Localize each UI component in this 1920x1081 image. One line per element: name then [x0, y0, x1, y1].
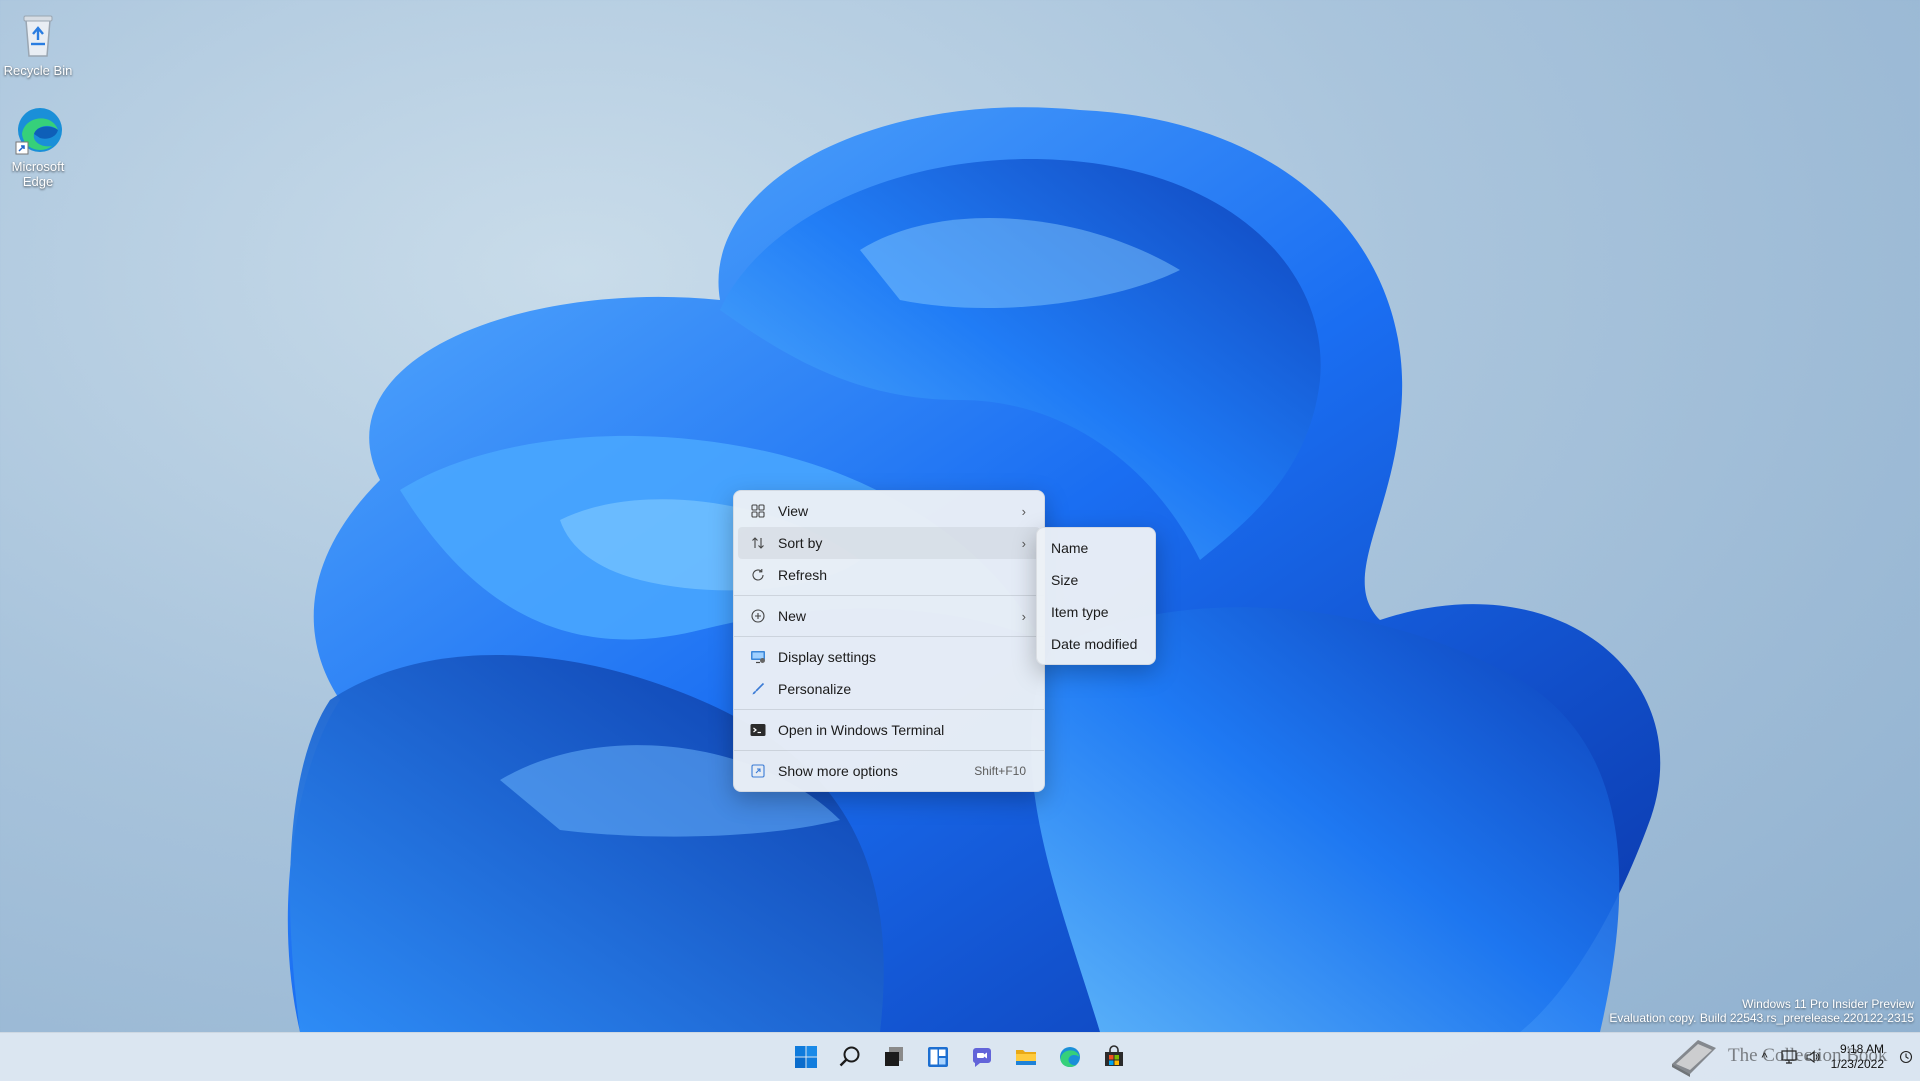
evaluation-watermark: Windows 11 Pro Insider Preview Evaluatio…: [1609, 997, 1914, 1025]
clock[interactable]: 9:18 AM 1/23/2022: [1825, 1042, 1892, 1072]
sort-option-date-modified[interactable]: Date modified: [1041, 628, 1151, 660]
notification-icon[interactable]: [1892, 1033, 1920, 1081]
menu-item-display-settings[interactable]: Display settings: [738, 641, 1040, 673]
menu-item-label: Show more options: [778, 763, 898, 779]
volume-icon[interactable]: [1801, 1033, 1825, 1081]
widgets-button[interactable]: [918, 1037, 958, 1077]
menu-item-label: View: [778, 503, 809, 519]
search-button[interactable]: [830, 1037, 870, 1077]
sort-option-item-type[interactable]: Item type: [1041, 596, 1151, 628]
menu-item-refresh[interactable]: Refresh: [738, 559, 1040, 591]
store-button[interactable]: [1094, 1037, 1134, 1077]
desktop-icon-microsoft-edge[interactable]: Microsoft Edge: [0, 104, 76, 189]
menu-item-open-terminal[interactable]: Open in Windows Terminal: [738, 714, 1040, 746]
menu-separator: [734, 595, 1044, 596]
menu-separator: [734, 636, 1044, 637]
sort-option-size[interactable]: Size: [1041, 564, 1151, 596]
sort-option-name[interactable]: Name: [1041, 532, 1151, 564]
menu-separator: [734, 750, 1044, 751]
file-explorer-button[interactable]: [1006, 1037, 1046, 1077]
chevron-right-icon: ›: [1021, 503, 1026, 519]
menu-item-sort-by[interactable]: Sort by ›: [738, 527, 1040, 559]
desktop-icon-label: Microsoft Edge: [11, 159, 65, 189]
recycle-bin-icon: [12, 8, 64, 60]
watermark-line-1: Windows 11 Pro Insider Preview: [1742, 997, 1914, 1011]
chevron-right-icon: ›: [1021, 608, 1026, 624]
clock-date: 1/23/2022: [1830, 1057, 1884, 1071]
brush-icon: [750, 681, 766, 697]
edge-icon: [12, 104, 64, 156]
clock-time: 9:18 AM: [1839, 1042, 1884, 1056]
chat-button[interactable]: [962, 1037, 1002, 1077]
windows-logo-icon: [795, 1046, 817, 1068]
chat-icon: [972, 1048, 991, 1067]
terminal-icon: [750, 722, 766, 738]
folder-icon: [1016, 1050, 1036, 1065]
edge-icon: [1060, 1047, 1080, 1067]
tray-overflow-chevron[interactable]: ^: [1753, 1033, 1777, 1081]
refresh-icon: [750, 567, 766, 583]
widgets-icon: [928, 1047, 948, 1067]
task-view-button[interactable]: [874, 1037, 914, 1077]
menu-item-label: Display settings: [778, 649, 877, 665]
menu-item-label: New: [778, 608, 807, 624]
store-icon: [1105, 1045, 1123, 1066]
menu-item-label: Refresh: [778, 567, 828, 583]
menu-item-new[interactable]: New ›: [738, 600, 1040, 632]
sort-by-submenu: Name Size Item type Date modified: [1036, 527, 1156, 665]
network-icon[interactable]: [1777, 1033, 1801, 1081]
menu-item-show-more-options[interactable]: Show more options Shift+F10: [738, 755, 1040, 787]
menu-item-view[interactable]: View ›: [738, 495, 1040, 527]
desktop-icon-label: Recycle Bin: [3, 63, 73, 78]
sort-icon: [750, 535, 766, 551]
taskbar-pinned-apps: [786, 1033, 1134, 1081]
search-icon: [839, 1046, 860, 1067]
more-options-icon: [750, 763, 766, 779]
menu-separator: [734, 709, 1044, 710]
menu-item-label: Open in Windows Terminal: [778, 722, 945, 738]
edge-button[interactable]: [1050, 1037, 1090, 1077]
desktop-context-menu: View › Sort by › Refresh New › Display s…: [733, 490, 1045, 792]
keyboard-shortcut: Shift+F10: [974, 764, 1026, 778]
add-circle-icon: [750, 608, 766, 624]
menu-item-label: Sort by: [778, 535, 823, 551]
taskbar: ^ 9:18 AM 1/23/2022: [0, 1032, 1920, 1081]
start-button[interactable]: [786, 1037, 826, 1077]
grid-view-icon: [750, 503, 766, 519]
menu-item-personalize[interactable]: Personalize: [738, 673, 1040, 705]
system-tray: ^ 9:18 AM 1/23/2022: [1753, 1033, 1920, 1081]
task-view-icon: [885, 1047, 903, 1066]
chevron-right-icon: ›: [1021, 535, 1026, 551]
desktop-icon-recycle-bin[interactable]: Recycle Bin: [0, 8, 76, 78]
menu-item-label: Personalize: [778, 681, 852, 697]
display-settings-icon: [750, 649, 766, 665]
watermark-line-2: Evaluation copy. Build 22543.rs_prerelea…: [1609, 1011, 1914, 1025]
